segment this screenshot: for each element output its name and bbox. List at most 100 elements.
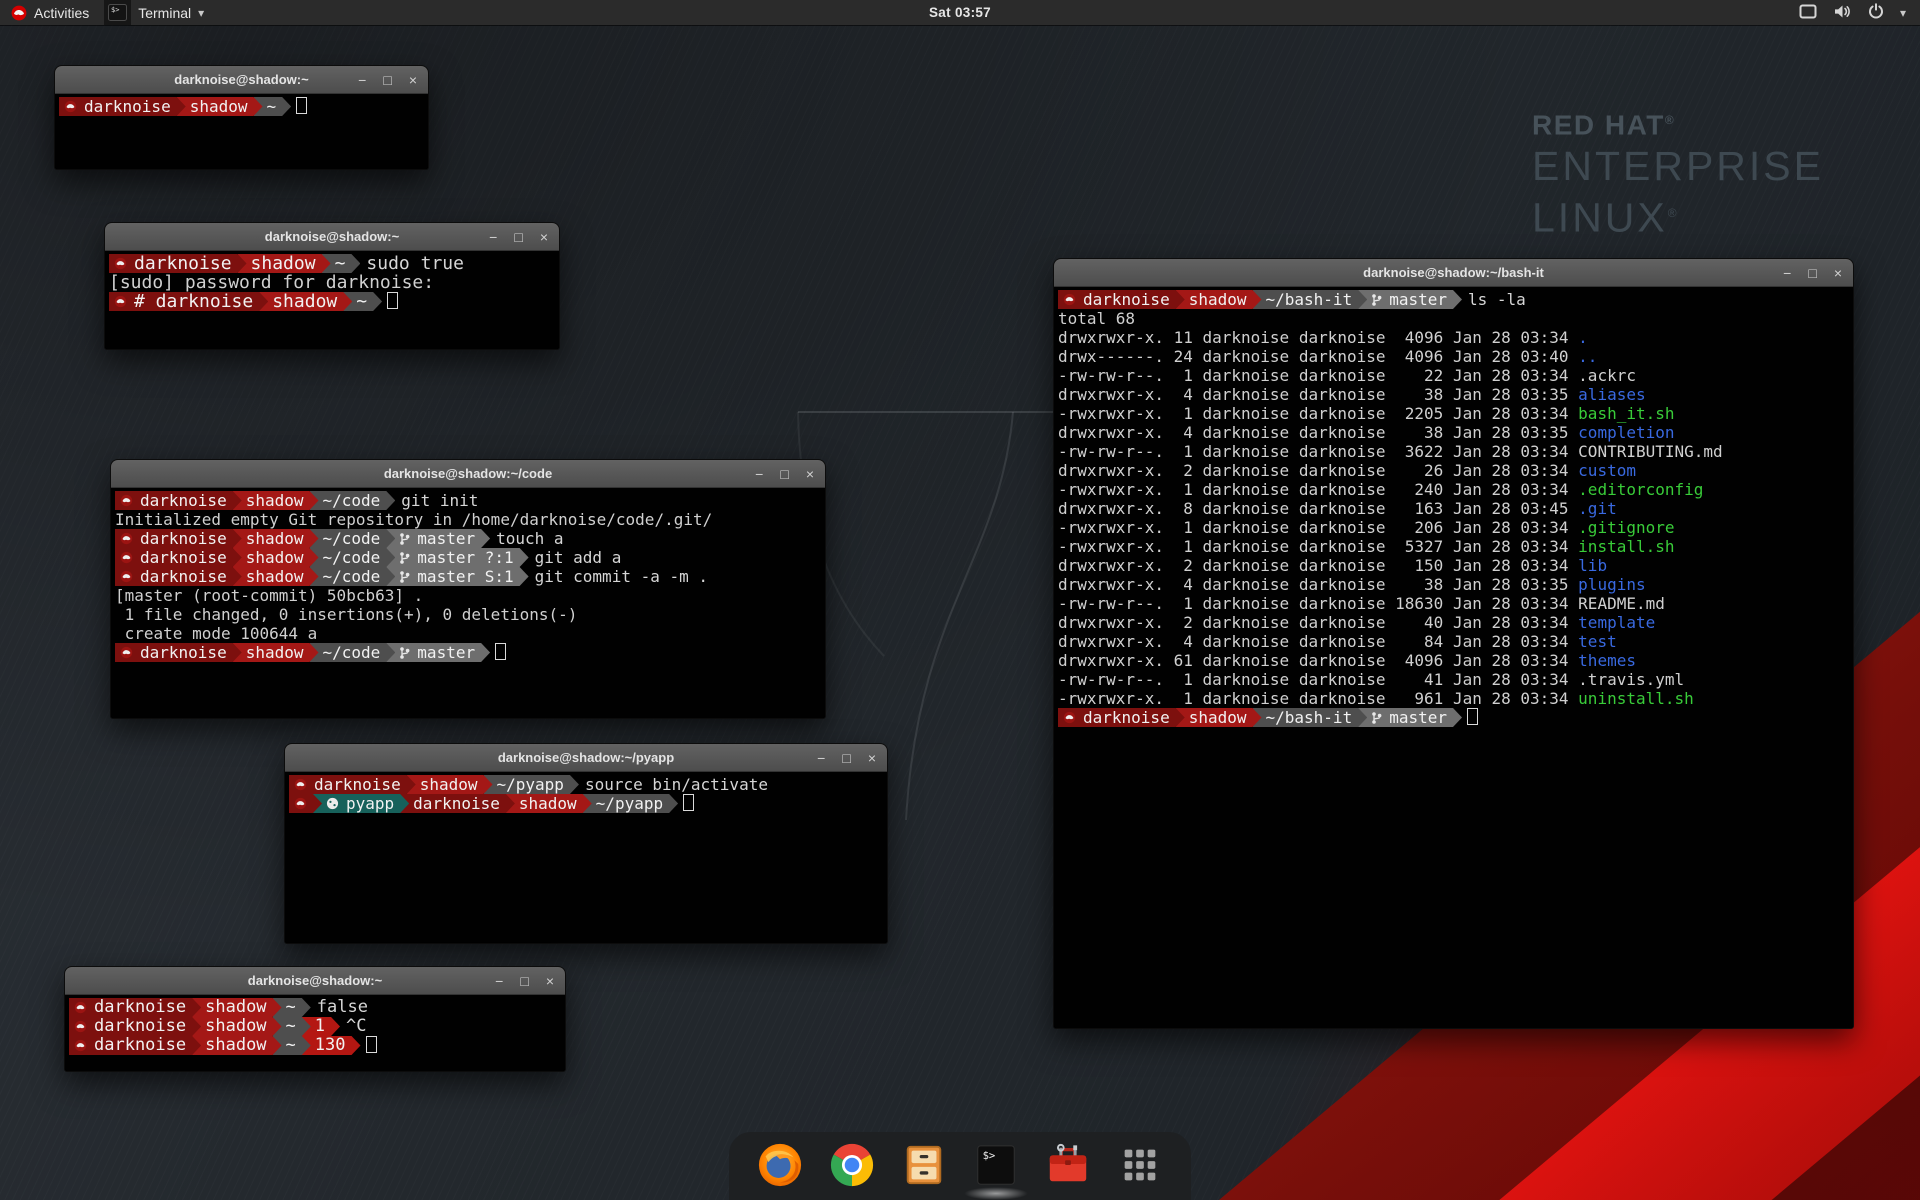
titlebar[interactable]: darknoise@shadow:~ − □ × xyxy=(65,967,565,995)
ls-filename: .. xyxy=(1578,347,1597,366)
terminal-content[interactable]: darknoiseshadow~ xyxy=(55,94,428,169)
titlebar[interactable]: darknoise@shadow:~/pyapp−□× xyxy=(285,744,887,772)
dock-item-files[interactable] xyxy=(901,1142,947,1188)
ls-row: -rw-rw-r--. 1 darknoise darknoise 3622 J… xyxy=(1058,442,1853,461)
command-text: ^C xyxy=(346,1016,366,1036)
titlebar[interactable]: darknoise@shadow:~/bash-it − □ × xyxy=(1054,259,1853,287)
output-line: [sudo] password for darknoise: xyxy=(109,273,559,292)
terminal-content[interactable]: darknoiseshadow~sudo true[sudo] password… xyxy=(105,251,559,349)
titlebar[interactable]: darknoise@shadow:~−□× xyxy=(55,66,428,94)
ls-row: -rw-rw-r--. 1 darknoise darknoise 18630 … xyxy=(1058,594,1853,613)
clock[interactable]: Sat 03:57 xyxy=(929,5,991,20)
prompt-segment: darknoise xyxy=(109,254,247,273)
screen-icon[interactable] xyxy=(1799,4,1817,22)
volume-icon[interactable] xyxy=(1833,4,1852,22)
desktop[interactable]: { "topbar": { "activities": "Activities"… xyxy=(0,0,1920,1200)
terminal-content[interactable]: darknoiseshadow~falsedarknoiseshadow~1^C… xyxy=(65,995,565,1071)
titlebar[interactable]: darknoise@shadow:~−□× xyxy=(105,223,559,251)
segment-label: ~/bash-it xyxy=(1266,290,1353,309)
maximize-button[interactable]: □ xyxy=(514,230,522,244)
prompt-segment: ~/code xyxy=(310,491,396,510)
terminal-window[interactable]: darknoise@shadow:~−□×darknoiseshadow~ xyxy=(54,65,429,170)
segment-label: darknoise xyxy=(140,529,227,548)
terminal-content[interactable]: darknoiseshadow~/bash-itmasterls -latota… xyxy=(1054,287,1853,1028)
minimize-button[interactable]: − xyxy=(489,230,497,244)
segment-label: shadow xyxy=(251,254,316,273)
segment-label: darknoise xyxy=(1083,708,1170,727)
chrome-icon xyxy=(829,1175,875,1192)
prompt-segment: ~/bash-it xyxy=(1253,290,1368,309)
minimize-button[interactable]: − xyxy=(1783,266,1791,280)
segment-label: shadow xyxy=(190,97,248,116)
ls-meta: -rw-rw-r--. 1 darknoise darknoise 41 Jan… xyxy=(1058,670,1578,689)
terminal-window[interactable]: darknoise@shadow:~−□×darknoiseshadow~fal… xyxy=(64,966,566,1072)
ls-meta: drwxrwxr-x. 4 darknoise darknoise 38 Jan… xyxy=(1058,385,1578,404)
prompt-segment: darknoise xyxy=(69,1036,201,1055)
redhat-icon xyxy=(114,295,127,308)
close-button[interactable]: × xyxy=(540,230,548,244)
ls-filename: aliases xyxy=(1578,385,1645,404)
maximize-button[interactable]: □ xyxy=(520,974,528,988)
dock-item-chrome[interactable] xyxy=(829,1142,875,1188)
terminal-window[interactable]: darknoise@shadow:~/code−□×darknoiseshado… xyxy=(110,459,826,719)
terminal-content[interactable]: darknoiseshadow~/pyappsource bin/activat… xyxy=(285,772,887,943)
redhat-icon xyxy=(294,797,307,810)
ls-filename: themes xyxy=(1578,651,1636,670)
segment-label: # darknoise xyxy=(134,292,253,311)
close-button[interactable]: × xyxy=(546,974,554,988)
ls-row: drwxrwxr-x. 4 darknoise darknoise 38 Jan… xyxy=(1058,385,1853,404)
segment-label: ~ xyxy=(286,1017,296,1036)
maximize-button[interactable]: □ xyxy=(383,73,391,87)
ls-meta: drwxrwxr-x. 11 darknoise darknoise 4096 … xyxy=(1058,328,1578,347)
segment-label: 130 xyxy=(315,1036,346,1055)
minimize-button[interactable]: − xyxy=(755,467,763,481)
terminal-cursor xyxy=(1467,708,1478,725)
command-text: false xyxy=(317,997,368,1017)
activities-button[interactable]: Activities xyxy=(0,0,100,25)
minimize-button[interactable]: − xyxy=(817,751,825,765)
dock-item-firefox[interactable] xyxy=(757,1142,803,1188)
minimize-button[interactable]: − xyxy=(358,73,366,87)
close-button[interactable]: × xyxy=(1834,266,1842,280)
window-title: darknoise@shadow:~/bash-it xyxy=(1363,265,1544,280)
maximize-button[interactable]: □ xyxy=(1808,266,1816,280)
svg-text:$>: $> xyxy=(111,6,119,14)
terminal-content[interactable]: darknoiseshadow~/codegit initInitialized… xyxy=(111,488,825,718)
terminal-window[interactable]: darknoise@shadow:~/pyapp−□×darknoiseshad… xyxy=(284,743,888,944)
segment-label: shadow xyxy=(246,548,304,567)
terminal-window[interactable]: darknoise@shadow:~−□×darknoiseshadow~sud… xyxy=(104,222,560,350)
active-app-indicator xyxy=(964,1187,1028,1200)
branch-icon xyxy=(1371,711,1382,725)
redhat-icon xyxy=(120,494,133,507)
dock-item-toolbox[interactable] xyxy=(1045,1142,1091,1188)
maximize-button[interactable]: □ xyxy=(842,751,850,765)
ls-meta: -rwxrwxr-x. 1 darknoise darknoise 5327 J… xyxy=(1058,537,1578,556)
power-icon[interactable] xyxy=(1868,3,1884,22)
segment-label: ~ xyxy=(286,1036,296,1055)
ls-meta: drwxrwxr-x. 8 darknoise darknoise 163 Ja… xyxy=(1058,499,1578,518)
prompt-segment: darknoise xyxy=(1058,708,1185,727)
prompt-line: darknoiseshadow~/codemastertouch a xyxy=(115,529,825,548)
segment-label: master S:1 xyxy=(417,567,513,586)
system-menu-chevron-icon[interactable]: ▾ xyxy=(1900,6,1906,20)
redhat-icon xyxy=(64,100,77,113)
prompt-segment: darknoise xyxy=(400,794,515,813)
output-text: 1 file changed, 0 insertions(+), 0 delet… xyxy=(115,605,577,624)
close-button[interactable]: × xyxy=(868,751,876,765)
close-button[interactable]: × xyxy=(806,467,814,481)
app-grid-icon xyxy=(1117,1175,1163,1192)
close-button[interactable]: × xyxy=(409,73,417,87)
dock-item-terminal[interactable]: $> xyxy=(973,1142,1019,1188)
app-menu[interactable]: $> Terminal ▾ xyxy=(100,0,215,25)
dock-item-app-grid[interactable] xyxy=(1117,1142,1163,1188)
rhel-logo-line3: LINUX xyxy=(1532,195,1668,241)
terminal-window[interactable]: darknoise@shadow:~/bash-it − □ × darknoisesh… xyxy=(1053,258,1854,1029)
prompt-segment: ~/code xyxy=(310,548,396,567)
window-title: darknoise@shadow:~ xyxy=(248,973,382,988)
prompt-segment: ~/code xyxy=(310,529,396,548)
maximize-button[interactable]: □ xyxy=(780,467,788,481)
titlebar[interactable]: darknoise@shadow:~/code−□× xyxy=(111,460,825,488)
minimize-button[interactable]: − xyxy=(495,974,503,988)
ls-row: drwxrwxr-x. 61 darknoise darknoise 4096 … xyxy=(1058,651,1853,670)
prompt-segment: ~/pyapp xyxy=(583,794,678,813)
